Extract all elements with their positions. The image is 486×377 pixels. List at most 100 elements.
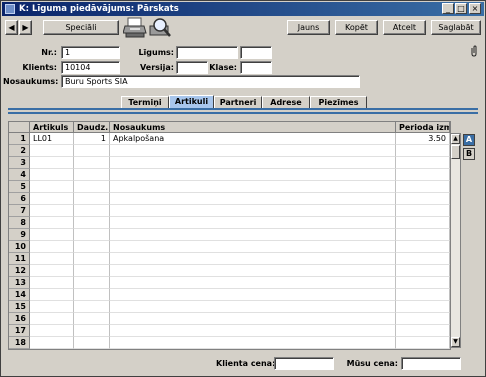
- contract-sub-field[interactable]: [240, 46, 272, 59]
- grid-cell-price[interactable]: [396, 181, 450, 193]
- row-number[interactable]: 18: [9, 337, 30, 349]
- grid-cell-qty[interactable]: [74, 145, 110, 157]
- cancel-button[interactable]: Atcelt: [383, 20, 426, 35]
- grid-cell-name[interactable]: [110, 241, 396, 253]
- grid-cell-price[interactable]: [396, 193, 450, 205]
- grid-cell-qty[interactable]: [74, 313, 110, 325]
- row-number[interactable]: 17: [9, 325, 30, 337]
- grid-cell-qty[interactable]: 1: [74, 133, 110, 145]
- grid-cell-price[interactable]: [396, 229, 450, 241]
- class-field[interactable]: [240, 61, 272, 74]
- grid-cell-qty[interactable]: [74, 289, 110, 301]
- title-bar[interactable]: K: Līguma piedāvājums: Pārskats _ □ ×: [2, 2, 484, 16]
- grid-cell-item[interactable]: [30, 217, 74, 229]
- grid-scrollbar[interactable]: ▲ ▼: [450, 133, 461, 348]
- nav-prev-button[interactable]: ◀: [5, 20, 18, 35]
- grid-cell-name[interactable]: [110, 229, 396, 241]
- side-tab-a[interactable]: A: [463, 134, 475, 146]
- grid-cell-qty[interactable]: [74, 301, 110, 313]
- row-number[interactable]: 9: [9, 229, 30, 241]
- grid-cell-item[interactable]: [30, 265, 74, 277]
- client-field[interactable]: 10104: [61, 61, 120, 74]
- grid-cell-name[interactable]: [110, 217, 396, 229]
- grid-cell-qty[interactable]: [74, 181, 110, 193]
- grid-cell-name[interactable]: [110, 277, 396, 289]
- grid-cell-item[interactable]: [30, 157, 74, 169]
- grid-cell-name[interactable]: [110, 301, 396, 313]
- side-tab-b[interactable]: B: [463, 148, 475, 160]
- print-preview-icon[interactable]: [148, 17, 172, 39]
- contract-field[interactable]: [176, 46, 238, 59]
- grid-cell-name[interactable]: [110, 265, 396, 277]
- grid-cell-item[interactable]: [30, 277, 74, 289]
- row-number[interactable]: 1: [9, 133, 30, 145]
- nav-next-button[interactable]: ▶: [19, 20, 32, 35]
- grid-cell-qty[interactable]: [74, 229, 110, 241]
- grid-cell-qty[interactable]: [74, 253, 110, 265]
- grid-cell-price[interactable]: [396, 157, 450, 169]
- items-grid[interactable]: Artikuls Daudz. Nosaukums Perioda izm. 1…: [8, 121, 451, 350]
- scroll-down-button[interactable]: ▼: [451, 337, 460, 347]
- grid-cell-name[interactable]: [110, 181, 396, 193]
- row-number[interactable]: 15: [9, 301, 30, 313]
- grid-cell-item[interactable]: [30, 241, 74, 253]
- grid-cell-price[interactable]: [396, 241, 450, 253]
- grid-cell-name[interactable]: [110, 337, 396, 349]
- client-price-field[interactable]: [274, 357, 334, 370]
- row-number[interactable]: 13: [9, 277, 30, 289]
- row-number[interactable]: 14: [9, 289, 30, 301]
- grid-cell-item[interactable]: [30, 325, 74, 337]
- scroll-thumb[interactable]: [451, 145, 460, 159]
- grid-cell-price[interactable]: [396, 265, 450, 277]
- grid-cell-item[interactable]: [30, 253, 74, 265]
- grid-cell-item[interactable]: [30, 205, 74, 217]
- grid-cell-price[interactable]: [396, 301, 450, 313]
- grid-cell-price[interactable]: [396, 253, 450, 265]
- grid-cell-item[interactable]: [30, 289, 74, 301]
- row-number[interactable]: 16: [9, 313, 30, 325]
- copy-button[interactable]: Kopēt: [335, 20, 378, 35]
- row-number[interactable]: 5: [9, 181, 30, 193]
- tab-items[interactable]: Artikuli: [169, 95, 214, 109]
- grid-cell-item[interactable]: [30, 193, 74, 205]
- grid-cell-price[interactable]: [396, 217, 450, 229]
- special-button[interactable]: Speciāli: [43, 20, 119, 35]
- column-header-qty[interactable]: Daudz.: [74, 122, 110, 133]
- grid-cell-qty[interactable]: [74, 205, 110, 217]
- grid-cell-qty[interactable]: [74, 277, 110, 289]
- grid-cell-price[interactable]: [396, 169, 450, 181]
- grid-cell-price[interactable]: [396, 277, 450, 289]
- grid-cell-name[interactable]: [110, 145, 396, 157]
- grid-cell-item[interactable]: [30, 181, 74, 193]
- grid-cell-qty[interactable]: [74, 337, 110, 349]
- row-number[interactable]: 12: [9, 265, 30, 277]
- grid-cell-item[interactable]: [30, 145, 74, 157]
- grid-cell-price[interactable]: [396, 289, 450, 301]
- grid-cell-qty[interactable]: [74, 241, 110, 253]
- column-header-price[interactable]: Perioda izm.: [396, 122, 450, 133]
- row-number[interactable]: 6: [9, 193, 30, 205]
- grid-cell-name[interactable]: [110, 169, 396, 181]
- grid-cell-name[interactable]: [110, 253, 396, 265]
- row-number[interactable]: 7: [9, 205, 30, 217]
- grid-cell-qty[interactable]: [74, 157, 110, 169]
- print-icon[interactable]: [122, 17, 147, 39]
- scroll-up-button[interactable]: ▲: [451, 134, 460, 144]
- grid-cell-name[interactable]: [110, 313, 396, 325]
- maximize-button[interactable]: □: [455, 3, 467, 14]
- grid-cell-item[interactable]: [30, 169, 74, 181]
- grid-cell-qty[interactable]: [74, 169, 110, 181]
- grid-cell-name[interactable]: [110, 157, 396, 169]
- grid-cell-qty[interactable]: [74, 193, 110, 205]
- our-price-field[interactable]: [401, 357, 461, 370]
- new-button[interactable]: Jauns: [287, 20, 330, 35]
- name-field[interactable]: Buru Sports SIA: [61, 75, 360, 88]
- grid-cell-price[interactable]: 3.50: [396, 133, 450, 145]
- grid-cell-item[interactable]: [30, 313, 74, 325]
- grid-cell-price[interactable]: [396, 145, 450, 157]
- grid-cell-price[interactable]: [396, 313, 450, 325]
- nr-field[interactable]: 1: [61, 46, 120, 59]
- close-button[interactable]: ×: [469, 3, 481, 14]
- grid-cell-price[interactable]: [396, 337, 450, 349]
- save-button[interactable]: Saglabāt: [431, 20, 481, 35]
